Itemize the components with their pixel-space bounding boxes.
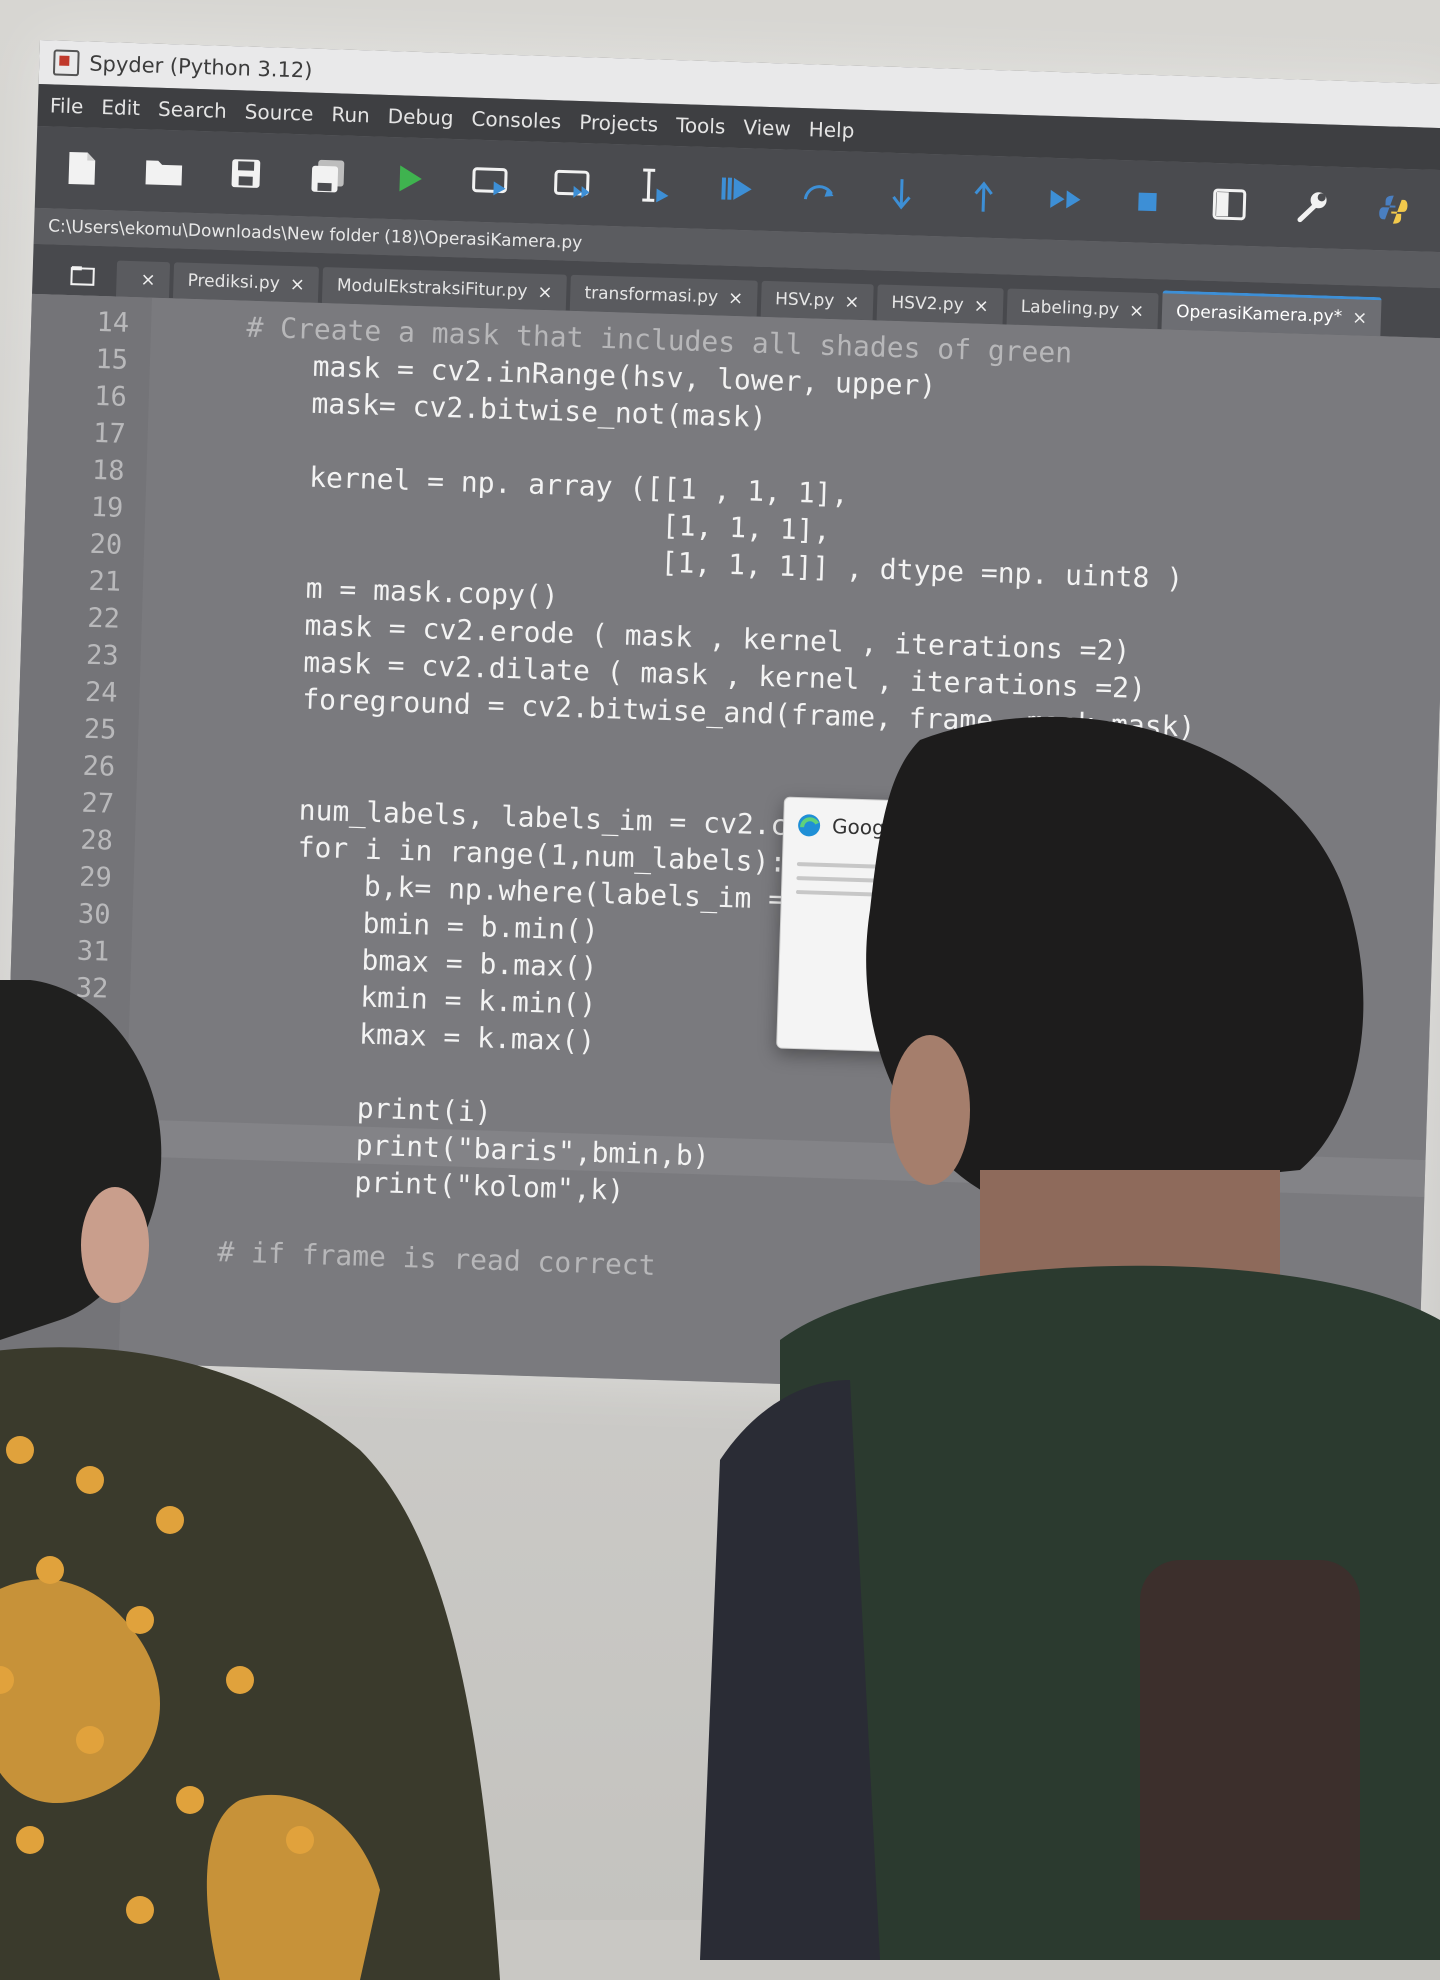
close-icon[interactable]: × [537, 281, 553, 302]
line-number: 31 [76, 935, 110, 968]
menu-run[interactable]: Run [331, 102, 370, 127]
stop-icon[interactable] [1125, 179, 1170, 224]
menu-source[interactable]: Source [244, 99, 313, 125]
editor-tab[interactable]: HSV.py × [760, 280, 875, 321]
editor-tab[interactable]: Labeling.py × [1006, 288, 1159, 330]
line-number: 14 [96, 306, 130, 339]
close-icon[interactable]: × [1129, 300, 1145, 321]
menu-debug[interactable]: Debug [387, 104, 454, 130]
save-icon[interactable] [223, 151, 268, 196]
menu-help[interactable]: Help [808, 117, 854, 142]
line-number: 21 [88, 565, 122, 598]
close-icon[interactable]: × [289, 273, 305, 294]
python-path-icon[interactable] [1371, 187, 1416, 232]
menu-tools[interactable]: Tools [676, 113, 726, 139]
new-file-icon[interactable] [59, 146, 104, 191]
browse-tabs-icon[interactable] [62, 255, 103, 296]
run-icon[interactable] [387, 156, 432, 201]
run-cell-icon[interactable] [469, 159, 514, 204]
line-number: 27 [81, 787, 115, 820]
tab-label: HSV2.py [891, 292, 964, 316]
editor-tab[interactable]: × [115, 260, 171, 299]
close-icon[interactable]: × [728, 287, 744, 308]
audience-person-left [0, 980, 500, 1980]
line-number: 15 [94, 343, 129, 376]
tab-label: OperasiKamera.py* [1175, 301, 1343, 328]
chair-back [1140, 1560, 1360, 1920]
run-cell-advance-icon[interactable] [551, 161, 596, 206]
open-folder-icon[interactable] [141, 148, 186, 193]
menu-view[interactable]: View [743, 115, 791, 140]
tab-label: transformasi.py [584, 283, 719, 308]
line-number: 24 [84, 676, 119, 709]
tab-label: Prediksi.py [187, 270, 281, 294]
menu-consoles[interactable]: Consoles [471, 107, 562, 134]
step-over-icon[interactable] [797, 169, 842, 214]
line-number: 30 [77, 898, 112, 931]
editor-tab[interactable]: transformasi.py × [569, 274, 758, 317]
editor-tab[interactable]: HSV2.py × [876, 284, 1004, 325]
maximize-pane-icon[interactable] [1207, 182, 1252, 227]
debug-icon[interactable] [715, 166, 760, 211]
tab-label: HSV.py [774, 289, 835, 312]
menu-projects[interactable]: Projects [579, 110, 659, 136]
line-number: 26 [82, 750, 116, 783]
line-number: 17 [92, 417, 127, 450]
line-number: 25 [83, 713, 117, 746]
close-icon[interactable]: × [1352, 307, 1368, 328]
save-all-icon[interactable] [305, 153, 350, 198]
menu-search[interactable]: Search [158, 97, 227, 123]
step-into-icon[interactable] [879, 171, 924, 216]
spyder-app-icon [52, 49, 80, 77]
tab-label: Labeling.py [1020, 296, 1120, 321]
step-return-icon[interactable] [961, 174, 1006, 219]
tab-label: ModulEkstraksiFitur.py [336, 275, 528, 302]
close-icon[interactable]: × [844, 291, 860, 312]
line-number: 18 [91, 454, 125, 487]
editor-tab[interactable]: Prediksi.py × [173, 262, 320, 303]
line-number: 23 [85, 639, 120, 672]
run-selection-icon[interactable] [633, 164, 678, 209]
line-number: 16 [93, 380, 128, 413]
continue-icon[interactable] [1043, 177, 1088, 222]
line-number: 19 [90, 491, 124, 524]
preferences-wrench-icon[interactable] [1289, 184, 1334, 229]
close-icon[interactable]: × [973, 295, 989, 316]
close-icon[interactable]: × [140, 269, 156, 290]
line-number: 28 [79, 824, 114, 857]
line-number: 29 [78, 861, 113, 894]
menu-file[interactable]: File [50, 93, 84, 118]
window-title: Spyder (Python 3.12) [88, 51, 313, 83]
line-number: 22 [86, 602, 121, 635]
menu-edit[interactable]: Edit [101, 95, 140, 120]
editor-tab-active[interactable]: OperasiKamera.py* × [1161, 290, 1382, 337]
line-number: 20 [89, 528, 123, 561]
